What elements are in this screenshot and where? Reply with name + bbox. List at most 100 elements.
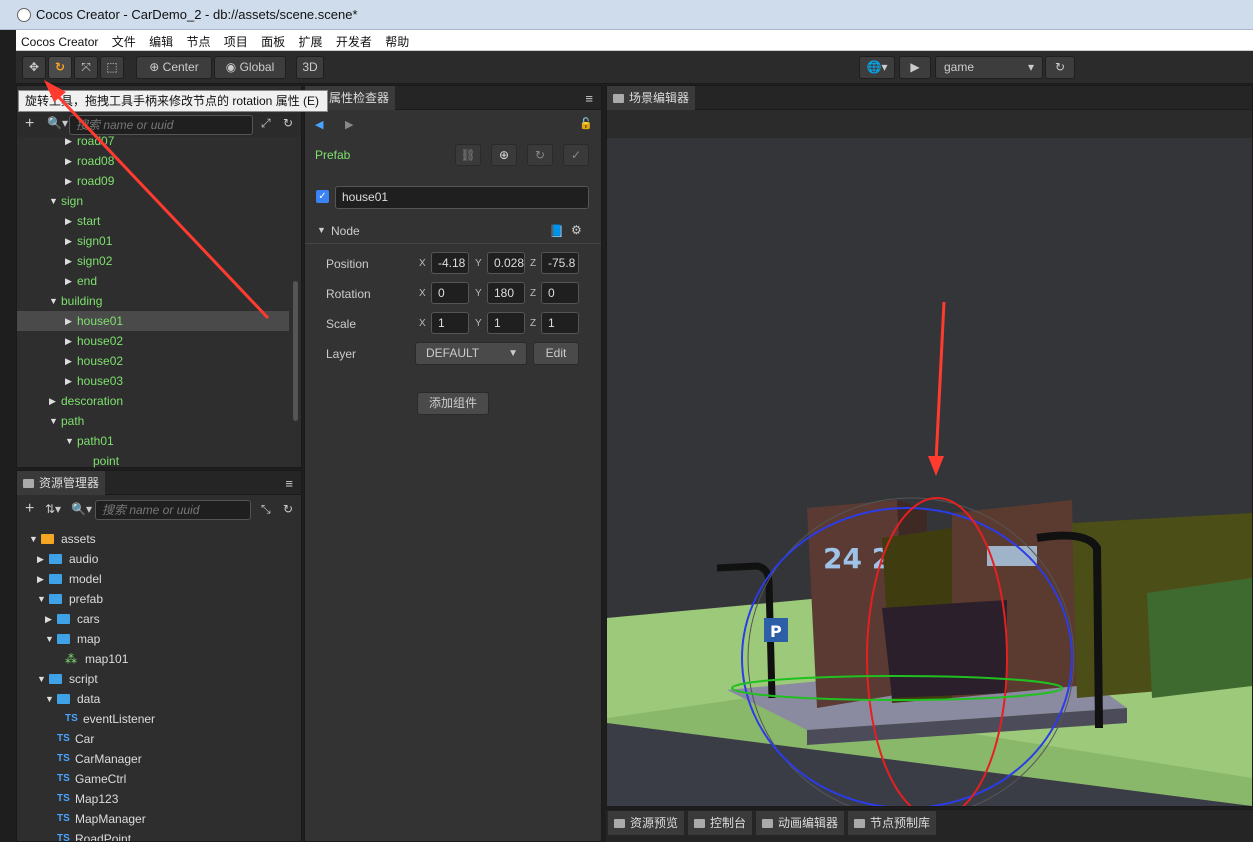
position-y-input[interactable]: 0.028 [487, 252, 525, 274]
refresh-button[interactable]: ↻ [1045, 56, 1075, 79]
tree-node-row[interactable]: ▶ house02 [17, 351, 289, 371]
prefab-unlink-button[interactable]: ⛓ [455, 144, 481, 166]
tab-asset-preview[interactable]: 资源预览 [608, 811, 685, 835]
add-asset-icon[interactable]: + [25, 500, 34, 518]
platform-globe-button[interactable]: 🌐▾ [859, 56, 895, 79]
gear-icon[interactable]: ⚙ [571, 223, 582, 237]
play-button[interactable]: ▶ [899, 56, 931, 79]
mode-3d-button[interactable]: 3D [296, 56, 324, 79]
forward-arrow-icon[interactable]: ▶ [345, 118, 353, 131]
tree-node-row[interactable]: ▶ house03 [17, 371, 289, 391]
chevron-right-icon[interactable]: ▶ [65, 131, 72, 151]
layer-select[interactable]: DEFAULT ▼ [415, 342, 527, 365]
asset-row[interactable]: TS RoadPoint [17, 829, 301, 841]
chevron-right-icon[interactable]: ▶ [65, 351, 72, 371]
scale-tool-button[interactable]: ⤧ [74, 56, 98, 79]
prefab-locate-button[interactable]: ⊕ [491, 144, 517, 166]
chevron-right-icon[interactable]: ▶ [65, 371, 72, 391]
rect-tool-button[interactable]: ⬚ [100, 56, 124, 79]
chevron-down-icon[interactable]: ▼ [49, 191, 58, 211]
asset-row[interactable]: TS Map123 [17, 789, 301, 809]
tree-node-row[interactable]: point [17, 451, 289, 468]
asset-row[interactable]: ▶ audio [17, 549, 301, 569]
rotation-x-input[interactable]: 0 [431, 282, 469, 304]
chevron-down-icon[interactable]: ▼ [37, 669, 46, 689]
asset-row[interactable]: TS MapManager [17, 809, 301, 829]
chevron-down-icon[interactable]: ▼ [45, 629, 54, 649]
node-section-header[interactable]: ▼ Node 📘 ⚙ [305, 220, 601, 244]
chevron-right-icon[interactable]: ▶ [65, 331, 72, 351]
menu-item-cocos[interactable]: Cocos Creator [16, 32, 103, 49]
node-name-input[interactable]: house01 [335, 186, 589, 209]
tree-node-row[interactable]: ▶ end [17, 271, 289, 291]
tree-node-row[interactable]: ▶ start [17, 211, 289, 231]
hierarchy-scrollbar[interactable] [293, 281, 298, 421]
scale-x-input[interactable]: 1 [431, 312, 469, 334]
chevron-right-icon[interactable]: ▶ [65, 231, 72, 251]
menu-item-help[interactable]: 帮助 [380, 30, 414, 50]
layer-edit-button[interactable]: Edit [533, 342, 579, 365]
chevron-right-icon[interactable]: ▶ [37, 569, 44, 589]
menu-item-extension[interactable]: 扩展 [294, 30, 328, 50]
asset-row[interactable]: ▼ map [17, 629, 301, 649]
book-icon[interactable]: 📘 [549, 224, 564, 238]
collapse-icon[interactable]: ⤡ [261, 502, 271, 517]
back-arrow-icon[interactable]: ◀ [315, 118, 323, 131]
platform-select[interactable]: game ▾ [935, 56, 1043, 79]
tree-node-row[interactable]: ▼ sign [17, 191, 289, 211]
tree-node-row[interactable]: ▶ road08 [17, 151, 289, 171]
chevron-down-icon[interactable]: ▼ [37, 589, 46, 609]
chevron-right-icon[interactable]: ▶ [37, 549, 44, 569]
tree-node-row[interactable]: ▶ house02 [17, 331, 289, 351]
unlock-icon[interactable]: 🔓 [579, 117, 593, 130]
panel-menu-icon[interactable]: ≡ [285, 476, 293, 491]
chevron-right-icon[interactable]: ▶ [65, 211, 72, 231]
tab-animation-editor[interactable]: 动画编辑器 [756, 811, 845, 835]
chevron-down-icon[interactable]: ▼ [45, 689, 54, 709]
menu-item-edit[interactable]: 编辑 [144, 30, 178, 50]
chevron-right-icon[interactable]: ▶ [65, 151, 72, 171]
coord-global-button[interactable]: ◉ Global [214, 56, 286, 79]
asset-row[interactable]: TS GameCtrl [17, 769, 301, 789]
position-x-input[interactable]: -4.18 [431, 252, 469, 274]
add-component-button[interactable]: 添加组件 [417, 392, 489, 415]
scale-z-input[interactable]: 1 [541, 312, 579, 334]
tab-node-library[interactable]: 节点预制库 [848, 811, 937, 835]
chevron-down-icon[interactable]: ▼ [49, 411, 58, 431]
position-z-input[interactable]: -75.8 [541, 252, 579, 274]
menu-item-project[interactable]: 项目 [219, 30, 253, 50]
chevron-down-icon[interactable]: ▼ [65, 431, 74, 451]
node-active-checkbox[interactable]: ✓ [316, 190, 329, 203]
rotate-tool-button[interactable]: ↻ [48, 56, 72, 79]
asset-row[interactable]: ▶ model [17, 569, 301, 589]
asset-row[interactable]: ▼ data [17, 689, 301, 709]
refresh-icon[interactable]: ↻ [283, 502, 293, 516]
tree-node-row[interactable]: ▼ path [17, 411, 289, 431]
move-tool-button[interactable]: ✥ [22, 56, 46, 79]
tree-node-row[interactable]: ▶ sign02 [17, 251, 289, 271]
search-type-icon[interactable]: 🔍▾ [47, 116, 68, 130]
panel-menu-icon[interactable]: ≡ [585, 91, 593, 106]
search-type-icon[interactable]: 🔍▾ [71, 502, 92, 516]
asset-row[interactable]: ▼ assets [17, 529, 301, 549]
prefab-apply-button[interactable]: ✓ [563, 144, 589, 166]
scale-y-input[interactable]: 1 [487, 312, 525, 334]
chevron-right-icon[interactable]: ▶ [65, 311, 72, 331]
chevron-right-icon[interactable]: ▶ [49, 391, 56, 411]
tab-assets[interactable]: 资源管理器 [17, 471, 106, 495]
tree-node-row[interactable]: ▶ road09 [17, 171, 289, 191]
asset-row[interactable]: ⁂ map101 [17, 649, 301, 669]
menu-item-node[interactable]: 节点 [181, 30, 215, 50]
tree-node-row[interactable]: ▶ sign01 [17, 231, 289, 251]
asset-row[interactable]: TS Car [17, 729, 301, 749]
scene-viewport[interactable]: 24 2 P [607, 138, 1252, 806]
chevron-right-icon[interactable]: ▶ [65, 251, 72, 271]
menu-item-developer[interactable]: 开发者 [331, 30, 377, 50]
asset-row[interactable]: ▶ cars [17, 609, 301, 629]
menu-item-file[interactable]: 文件 [107, 30, 141, 50]
chevron-right-icon[interactable]: ▶ [65, 271, 72, 291]
tab-scene-editor[interactable]: 场景编辑器 [607, 86, 696, 110]
asset-row[interactable]: ▼ script [17, 669, 301, 689]
assets-search-input[interactable]: 搜索 name or uuid [95, 500, 251, 520]
refresh-icon[interactable]: ↻ [283, 116, 293, 130]
